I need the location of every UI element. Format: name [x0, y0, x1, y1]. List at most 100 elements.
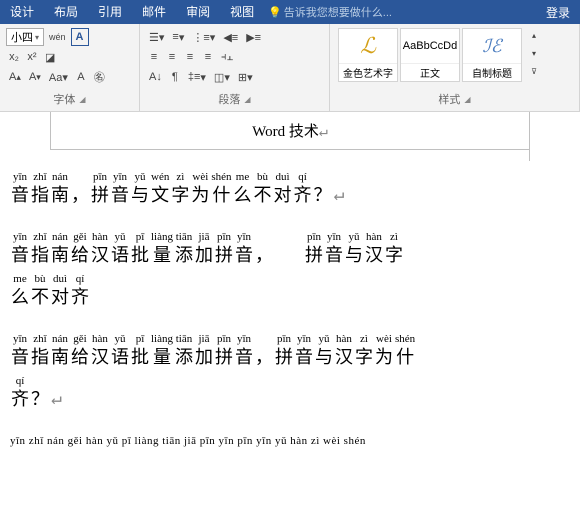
pinyin-text: hàn — [92, 332, 108, 346]
hanzi-char: 语 — [111, 244, 129, 266]
pinyin-tail-row: yīn zhǐ nán gěi hàn yǔ pī liàng tiān jiā… — [10, 434, 570, 448]
decrease-indent-button[interactable]: ◀≡ — [220, 28, 241, 46]
hanzi-char: 添 — [175, 244, 193, 266]
style-scroll-down[interactable]: ▾ — [526, 44, 542, 62]
hanzi-char: ， — [71, 184, 89, 206]
line-spacing-button[interactable]: ‡≡▾ — [185, 68, 209, 86]
show-marks-button[interactable]: ¶ — [167, 68, 183, 86]
distribute-button[interactable]: ⫞⫠ — [218, 48, 236, 66]
paragraph-dialog-launcher[interactable]: ◢ — [244, 95, 250, 104]
hanzi-char: 批 — [131, 244, 149, 266]
style-expand[interactable]: ⊽ — [526, 62, 542, 80]
pinyin-text: bù — [257, 170, 268, 184]
hanzi-char: 汉 — [91, 346, 109, 368]
pinyin-text: liàng — [151, 332, 173, 346]
tab-view[interactable]: 视图 — [220, 0, 264, 24]
hanzi-char: 拼 — [91, 184, 109, 206]
font-group: 小四▾ wén A x₂ x² ◪ A▴ A▾ Aa▾ A ㊔ 字体 ◢ — [0, 24, 140, 111]
pinyin-text: gěi — [73, 230, 86, 244]
increase-indent-button[interactable]: ▶≡ — [243, 28, 264, 46]
pinyin-text: duì — [53, 272, 67, 286]
chevron-down-icon: ▾ — [35, 33, 39, 42]
pilcrow-icon: ¶ — [172, 71, 178, 83]
style-scroll-up[interactable]: ▴ — [526, 26, 542, 44]
login-button[interactable]: 登录 — [536, 4, 580, 21]
borders-button[interactable]: ⊞▾ — [235, 68, 256, 86]
document-title: Word 技术 — [252, 124, 319, 140]
tab-design[interactable]: 设计 — [0, 0, 44, 24]
char-shading-button[interactable]: A — [73, 68, 89, 86]
align-right-button[interactable]: ≡ — [182, 48, 198, 66]
char-cell: nán南 — [51, 170, 69, 206]
subscript-button[interactable]: x₂ — [6, 48, 22, 66]
hanzi-char: 语 — [111, 346, 129, 368]
shrink-font-button[interactable]: A▾ — [26, 68, 44, 86]
hanzi-char: ？ — [31, 388, 49, 410]
char-cell: duì对 — [274, 170, 292, 206]
hanzi-char: 什 — [212, 184, 230, 206]
align-left-button[interactable]: ≡ — [146, 48, 162, 66]
style-normal[interactable]: AaBbCcDd 正文 — [400, 28, 460, 82]
hanzi-char: 加 — [195, 244, 213, 266]
document-area[interactable]: Word 技术↵ yīn音zhǐ指nán南，pīn拼yīn音yǔ与wén文zì字… — [0, 112, 580, 520]
char-cell: zhǐ指 — [31, 230, 49, 266]
change-case-button[interactable]: Aa▾ — [46, 68, 71, 86]
document-title-box: Word 技术↵ — [50, 112, 530, 150]
bullets-button[interactable]: ☰▾ — [146, 28, 167, 46]
pinyin-text: nán — [52, 170, 68, 184]
pinyin-guide-button[interactable]: wén — [46, 28, 69, 46]
multilevel-button[interactable]: ⋮≡▾ — [189, 28, 218, 46]
style-gold-art[interactable]: ℒ 金色艺术字 — [338, 28, 398, 82]
shading-button[interactable]: ◫▾ — [211, 68, 233, 86]
pinyin-text: pī — [136, 332, 145, 346]
char-cell: tiān添 — [175, 230, 193, 266]
tab-layout[interactable]: 布局 — [44, 0, 88, 24]
clear-format-button[interactable]: ◪ — [42, 48, 58, 66]
numbering-button[interactable]: ≡▾ — [169, 28, 187, 46]
pinyin-text: bù — [35, 272, 46, 286]
char-cell: yīn音 — [11, 170, 29, 206]
sort-button[interactable]: A↓ — [146, 68, 165, 86]
justify-icon: ≡ — [205, 51, 211, 63]
align-right-icon: ≡ — [187, 51, 193, 63]
superscript-button[interactable]: x² — [24, 48, 40, 66]
style-preview: AaBbCcDd — [401, 29, 459, 63]
font-size-select[interactable]: 小四▾ — [6, 28, 44, 46]
grow-font-button[interactable]: A▴ — [6, 68, 24, 86]
pinyin-text: wèi — [192, 170, 208, 184]
font-dialog-launcher[interactable]: ◢ — [79, 95, 85, 104]
char-cell: pī批 — [131, 332, 149, 368]
hanzi-char: 齐 — [11, 388, 29, 410]
justify-button[interactable]: ≡ — [200, 48, 216, 66]
pinyin-text: pī — [136, 230, 145, 244]
outdent-icon: ◀≡ — [223, 31, 238, 44]
pinyin-text: jiā — [199, 332, 210, 346]
paragraph-mark-icon: ↵ — [51, 374, 62, 410]
paragraph-mark-icon: ↵ — [319, 122, 328, 140]
hanzi-char: 齐 — [71, 286, 89, 308]
pinyin-text: yīn — [13, 230, 27, 244]
tab-references[interactable]: 引用 — [88, 0, 132, 24]
tab-mail[interactable]: 邮件 — [132, 0, 176, 24]
char-cell: pī批 — [131, 230, 149, 266]
pinyin-text: zhǐ — [33, 170, 46, 184]
char-cell: yǔ与 — [345, 230, 363, 266]
ribbon-tabs: 设计 布局 引用 邮件 审阅 视图 💡 告诉我您想要做什么... 登录 — [0, 0, 580, 24]
styles-dialog-launcher[interactable]: ◢ — [464, 95, 470, 104]
hanzi-char: 南 — [51, 346, 69, 368]
pinyin-text: yīn — [297, 332, 311, 346]
tell-me-search[interactable]: 💡 告诉我您想要做什么... — [264, 4, 392, 20]
enclose-char-button[interactable]: ㊔ — [91, 68, 108, 86]
pinyin-text: pīn — [217, 332, 231, 346]
pinyin-text: yīn — [237, 230, 251, 244]
indent-icon: ▶≡ — [246, 31, 261, 44]
style-custom-title[interactable]: ℐℰ 自制标题 — [462, 28, 522, 82]
hanzi-char: 不 — [254, 184, 272, 206]
char-border-button[interactable]: A — [71, 28, 89, 46]
hanzi-char: 音 — [111, 184, 129, 206]
hanzi-char: 给 — [71, 244, 89, 266]
align-center-button[interactable]: ≡ — [164, 48, 180, 66]
char-cell: yīn音 — [325, 230, 343, 266]
char-cell: gěi给 — [71, 230, 89, 266]
tab-review[interactable]: 审阅 — [176, 0, 220, 24]
